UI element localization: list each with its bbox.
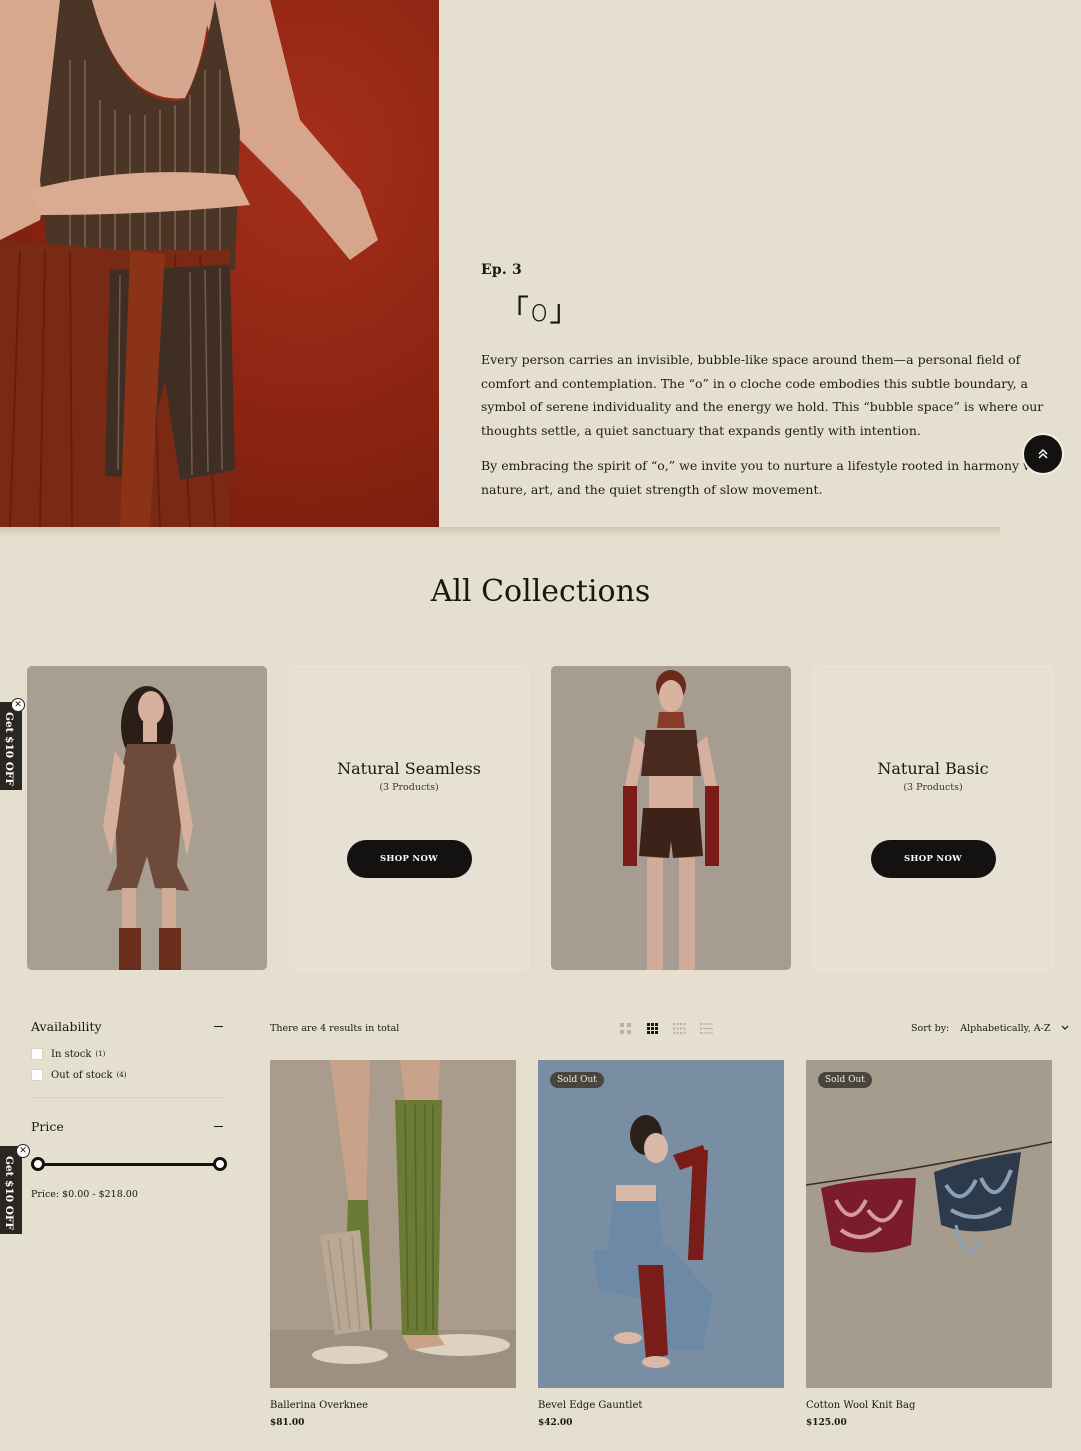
price-range-text: Price: $0.00 - $218.00 [31, 1189, 138, 1200]
collection-image[interactable] [551, 666, 791, 970]
shop-now-button[interactable]: SHOP NOW [870, 840, 996, 878]
filter-option-in-stock[interactable]: In stock (1) [31, 1048, 227, 1060]
chevron-down-icon[interactable] [1061, 1024, 1069, 1034]
collection-title: Natural Seamless [337, 759, 481, 778]
sold-out-badge: Sold Out [550, 1072, 604, 1088]
episode-label: Ep. 3 [481, 262, 522, 278]
collection-title: Natural Basic [877, 759, 989, 778]
sort-value[interactable]: Alphabetically, A-Z [960, 1023, 1050, 1034]
collection-card: Natural Basic (3 Products) SHOP NOW [813, 666, 1053, 970]
close-icon[interactable]: ✕ [11, 698, 25, 712]
filter-option-out-of-stock[interactable]: Out of stock (4) [31, 1069, 227, 1081]
product-card[interactable]: Sold Out Cotton Wool Knit Bag $125.00 [806, 1060, 1052, 1428]
grid-3-icon[interactable] [644, 1022, 660, 1035]
product-name[interactable]: Bevel Edge Gauntlet [538, 1400, 784, 1411]
filter-option-label: Out of stock [51, 1069, 113, 1081]
collection-count: (3 Products) [379, 782, 439, 793]
discount-tab-label: Get $10 OFF [3, 712, 15, 786]
filter-option-label: In stock [51, 1048, 92, 1060]
collection-image[interactable] [27, 666, 267, 970]
story-paragraph: By embracing the spirit of “o,” we invit… [481, 458, 1051, 497]
story-block: Ep. 3 「o」 Every person carries an invisi… [481, 262, 1066, 501]
availability-title: Availability [31, 1019, 102, 1034]
product-price: $125.00 [806, 1418, 847, 1428]
discount-tab[interactable]: Get $10 OFF [0, 1146, 22, 1234]
product-image[interactable] [270, 1060, 516, 1388]
story-symbol: 「o」 [499, 294, 581, 329]
checkbox[interactable] [31, 1048, 43, 1060]
collection-card: Natural Seamless (3 Products) SHOP NOW [289, 666, 529, 970]
slider-track [37, 1163, 221, 1166]
list-view-icon[interactable] [698, 1022, 714, 1035]
price-range-slider[interactable] [31, 1157, 227, 1171]
grid-2-icon[interactable] [617, 1022, 633, 1035]
double-chevron-up-icon [1037, 445, 1049, 464]
price-filter-header[interactable]: Price [31, 1119, 227, 1134]
filter-option-count: (1) [95, 1050, 106, 1058]
hero-image [0, 0, 439, 527]
product-card[interactable]: Sold Out Bevel Edge Gauntlet $42.00 [538, 1060, 784, 1428]
section-divider [0, 527, 1000, 537]
discount-tab-label: Get $10 OFF [3, 1156, 15, 1230]
product-name[interactable]: Ballerina Overknee [270, 1400, 516, 1411]
collection-count: (3 Products) [903, 782, 963, 793]
filter-sidebar: Availability In stock (1) Out of stock (… [31, 1019, 227, 1200]
slider-max-handle[interactable] [213, 1157, 227, 1171]
hero-section: Ep. 3 「o」 Every person carries an invisi… [0, 0, 1081, 527]
product-card[interactable]: Ballerina Overknee $81.00 [270, 1060, 516, 1428]
checkbox[interactable] [31, 1069, 43, 1081]
collections-title: All Collections [430, 574, 651, 609]
close-icon[interactable]: ✕ [16, 1144, 30, 1158]
sold-out-badge: Sold Out [818, 1072, 872, 1088]
product-image[interactable]: Sold Out [538, 1060, 784, 1388]
product-price: $81.00 [270, 1418, 305, 1428]
story-paragraph: Every person carries an invisible, bubbl… [481, 352, 1044, 438]
product-image[interactable]: Sold Out [806, 1060, 1052, 1388]
sort-dropdown[interactable]: Sort by: Alphabetically, A-Z [911, 1023, 1069, 1034]
results-count: There are 4 results in total [270, 1023, 400, 1034]
shop-now-button[interactable]: SHOP NOW [346, 840, 472, 878]
discount-tab[interactable]: Get $10 OFF [0, 702, 22, 790]
slider-min-handle[interactable] [31, 1157, 45, 1171]
collapse-icon[interactable] [214, 1026, 223, 1027]
scroll-to-top-button[interactable] [1022, 433, 1064, 475]
grid-4-icon[interactable] [671, 1022, 687, 1035]
price-title: Price [31, 1119, 64, 1134]
product-price: $42.00 [538, 1418, 573, 1428]
collapse-icon[interactable] [214, 1126, 223, 1127]
product-name[interactable]: Cotton Wool Knit Bag [806, 1400, 1052, 1411]
filter-option-count: (4) [116, 1071, 127, 1079]
view-switcher [617, 1022, 714, 1035]
availability-filter-header[interactable]: Availability [31, 1019, 227, 1034]
divider [31, 1097, 227, 1098]
sort-label: Sort by: [911, 1023, 950, 1034]
